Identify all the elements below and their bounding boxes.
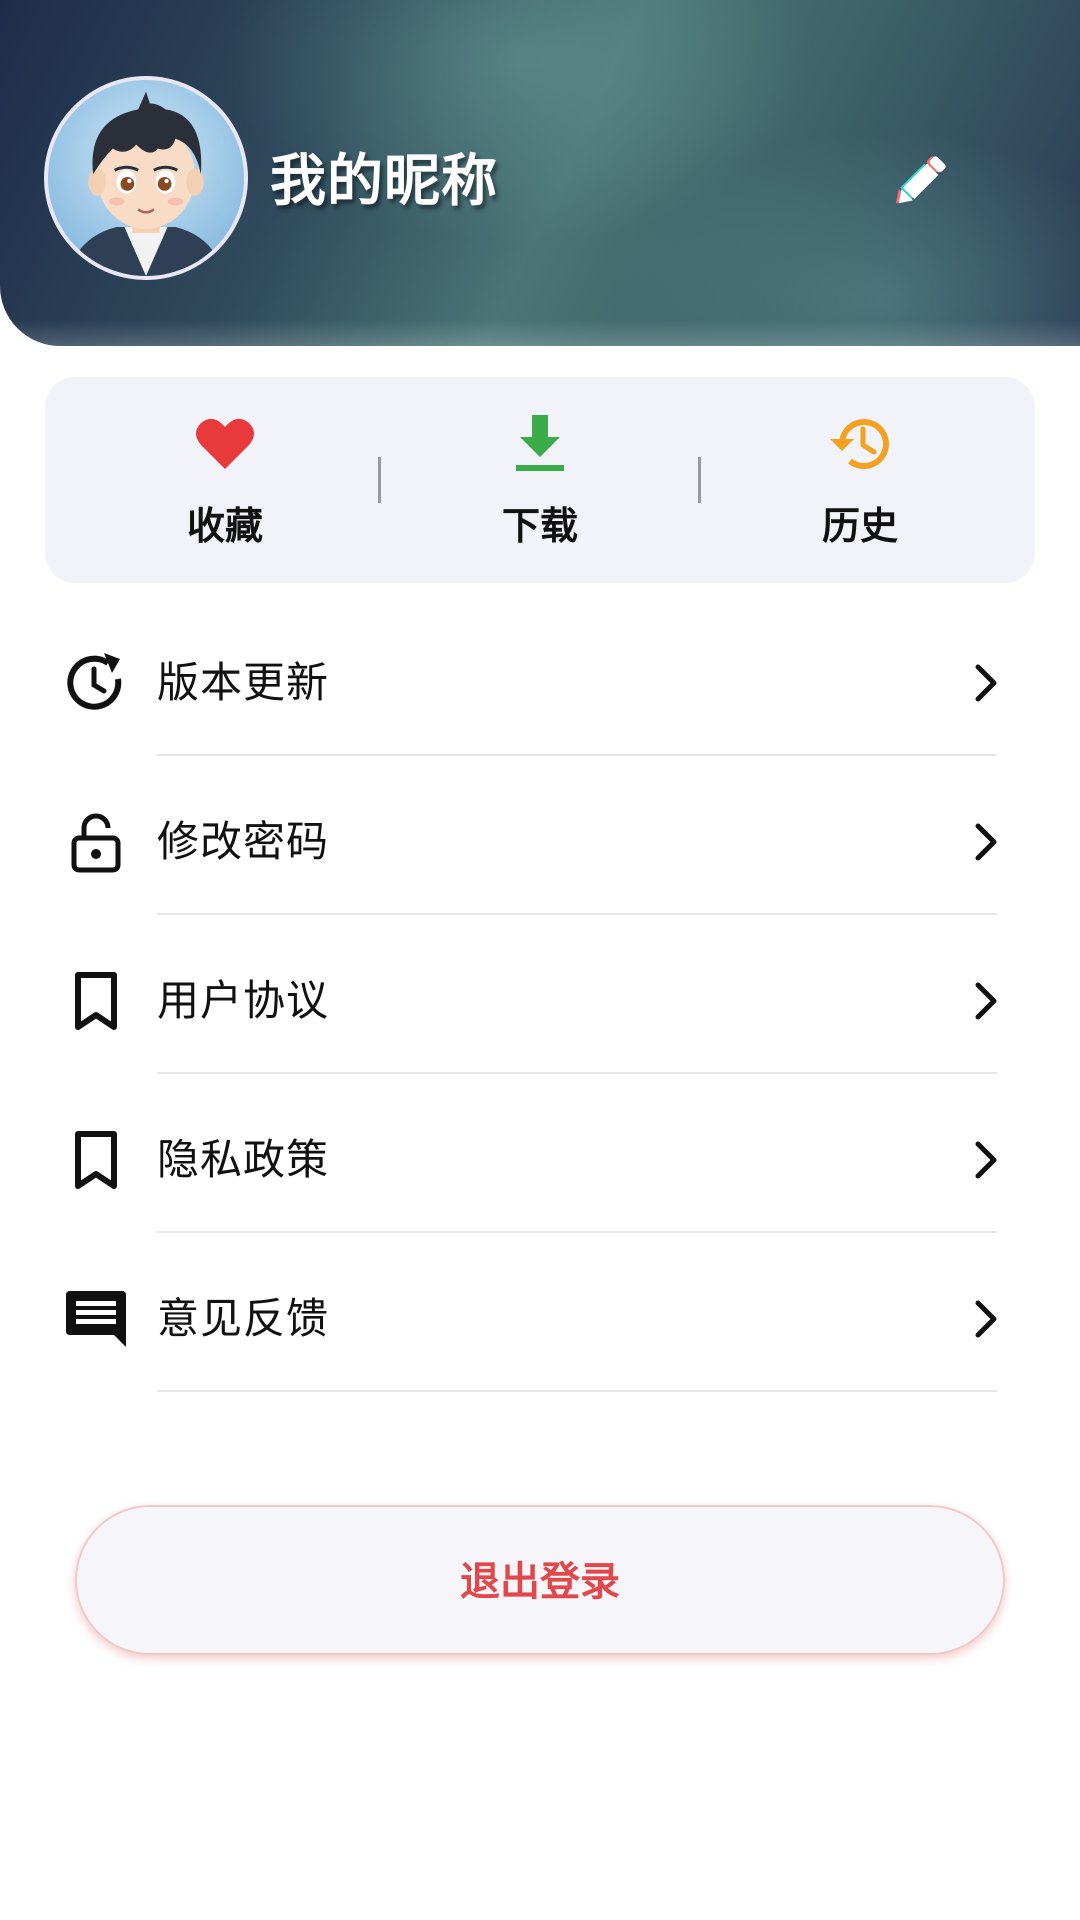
avatar[interactable] xyxy=(44,76,248,280)
heart-icon xyxy=(196,418,254,469)
quick-action-label: 收藏 xyxy=(186,504,263,548)
update-clock-icon xyxy=(67,653,122,710)
divider xyxy=(157,913,997,915)
quick-action-label: 历史 xyxy=(821,504,898,548)
quick-actions-card: 收藏 下载 历史 xyxy=(45,377,1035,583)
divider xyxy=(157,754,997,756)
quick-action-history[interactable]: 历史 xyxy=(700,377,1020,583)
download-icon xyxy=(516,415,564,471)
chevron-right-icon xyxy=(975,1141,997,1179)
divider xyxy=(157,1072,997,1074)
chevron-right-icon xyxy=(975,982,997,1020)
edit-profile-button[interactable] xyxy=(888,150,952,214)
menu-item-user-agreement[interactable]: 用户协议 xyxy=(0,969,1080,1128)
chevron-right-icon xyxy=(975,1300,997,1338)
history-icon xyxy=(830,419,889,469)
pencil-icon xyxy=(895,156,946,204)
divider xyxy=(157,1231,997,1233)
menu-item-version-update[interactable]: 版本更新 xyxy=(0,651,1080,810)
menu-item-label: 用户协议 xyxy=(157,976,330,1025)
bookmark-icon xyxy=(75,1131,117,1189)
cartoon-boy-avatar-icon xyxy=(48,80,244,276)
profile-header: 我的昵称 xyxy=(0,0,1080,346)
menu-item-change-password[interactable]: 修改密码 xyxy=(0,810,1080,969)
divider xyxy=(157,1390,997,1392)
chevron-right-icon xyxy=(975,823,997,861)
logout-button[interactable]: 退出登录 xyxy=(75,1505,1005,1655)
nickname[interactable]: 我的昵称 xyxy=(270,142,498,222)
menu-item-label: 隐私政策 xyxy=(157,1135,330,1184)
menu-item-label: 版本更新 xyxy=(157,658,330,707)
menu-item-label: 修改密码 xyxy=(157,817,330,866)
feedback-message-icon xyxy=(66,1291,126,1347)
menu-item-label: 意见反馈 xyxy=(157,1294,330,1343)
quick-action-label: 下载 xyxy=(501,504,578,548)
menu-item-feedback[interactable]: 意见反馈 xyxy=(0,1287,1080,1446)
chevron-right-icon xyxy=(975,664,997,702)
logout-label: 退出登录 xyxy=(460,1559,620,1605)
menu-item-privacy-policy[interactable]: 隐私政策 xyxy=(0,1128,1080,1287)
lock-icon xyxy=(71,813,121,873)
quick-action-favorites[interactable]: 收藏 xyxy=(65,377,385,583)
quick-action-downloads[interactable]: 下载 xyxy=(380,377,700,583)
bookmark-icon xyxy=(75,972,117,1030)
